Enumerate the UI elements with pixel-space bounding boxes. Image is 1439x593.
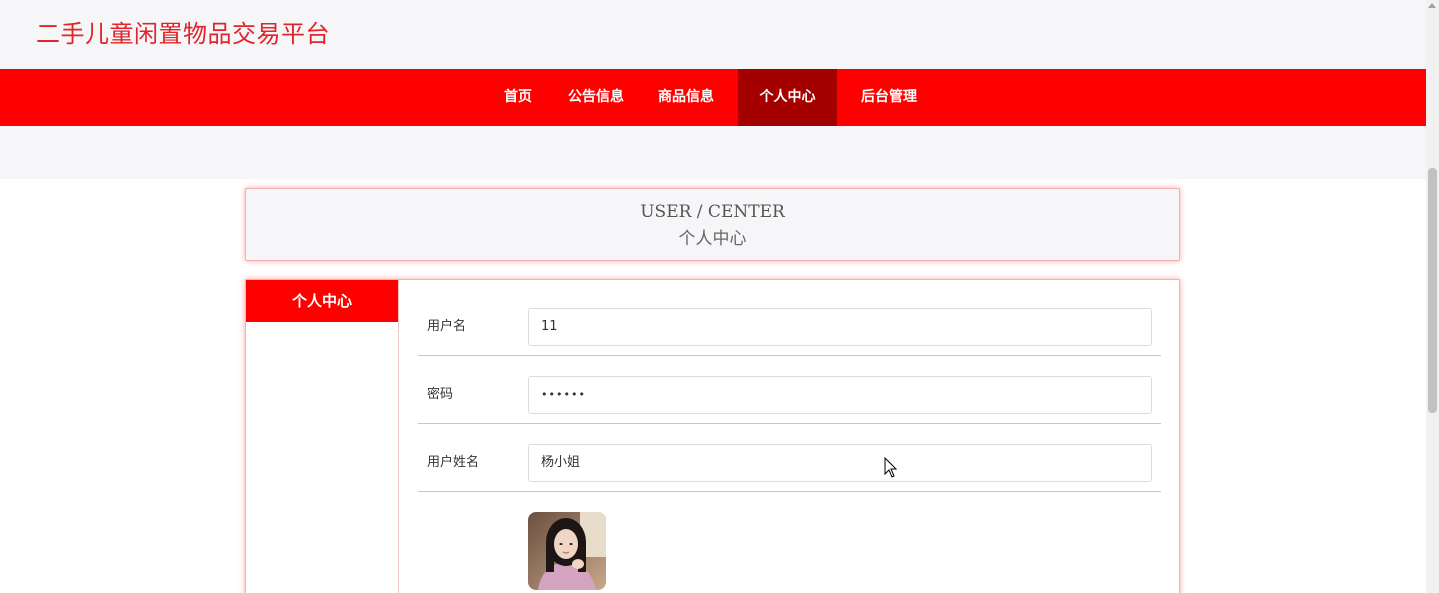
password-input[interactable]: •••••• <box>528 376 1152 414</box>
top-header: 二手儿童闲置物品交易平台 <box>0 0 1426 69</box>
nav-admin[interactable]: 后台管理 <box>851 69 927 126</box>
nav-home[interactable]: 首页 <box>494 69 542 126</box>
section-header: USER / CENTER 个人中心 <box>245 188 1180 261</box>
scrollbar[interactable] <box>1426 0 1439 593</box>
user-center-panel: 个人中心 用户名 11 密码 •••••• 用户姓名 杨小姐 <box>245 279 1180 593</box>
scrollbar-thumb[interactable] <box>1428 168 1437 413</box>
site-title: 二手儿童闲置物品交易平台 <box>36 20 330 48</box>
password-row: 密码 •••••• <box>418 356 1161 424</box>
fullname-label: 用户姓名 <box>427 455 480 470</box>
mouse-pointer-icon <box>884 457 898 478</box>
avatar-image <box>528 512 606 590</box>
nav-products[interactable]: 商品信息 <box>648 69 724 126</box>
banner-strip <box>0 126 1426 179</box>
username-input[interactable]: 11 <box>528 308 1152 346</box>
username-row: 用户名 11 <box>418 288 1161 356</box>
nav-user-center[interactable]: 个人中心 <box>738 69 837 126</box>
scroll-up-icon[interactable] <box>1428 3 1436 8</box>
sidebar: 个人中心 <box>246 280 399 593</box>
fullname-row: 用户姓名 杨小姐 <box>418 424 1161 492</box>
section-title-cn: 个人中心 <box>678 229 747 249</box>
main-nav: 首页 公告信息 商品信息 个人中心 后台管理 <box>0 69 1426 126</box>
section-title-en: USER / CENTER <box>640 202 785 222</box>
fullname-input[interactable]: 杨小姐 <box>528 444 1152 482</box>
sidebar-item-user-center[interactable]: 个人中心 <box>246 280 398 322</box>
avatar[interactable] <box>528 512 606 590</box>
nav-announcements[interactable]: 公告信息 <box>558 69 634 126</box>
